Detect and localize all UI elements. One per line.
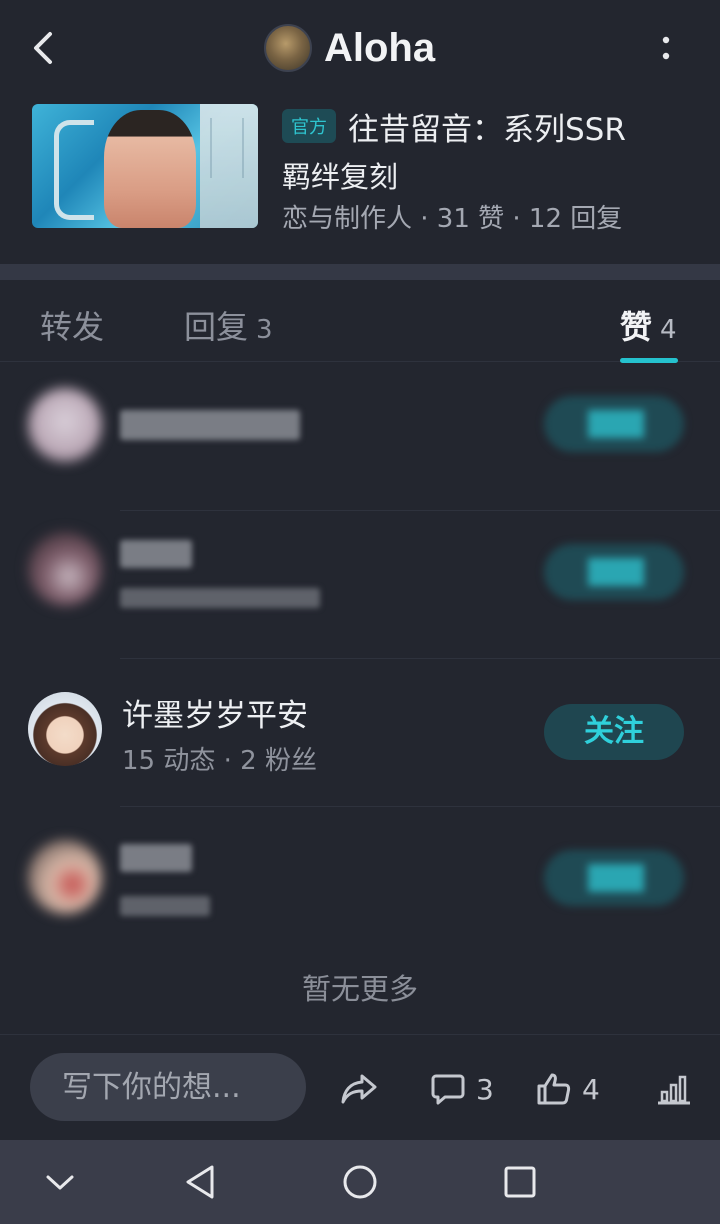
follow-button[interactable] bbox=[544, 850, 684, 906]
post-thumbnail[interactable] bbox=[32, 104, 258, 228]
follow-button[interactable] bbox=[544, 396, 684, 452]
list-item[interactable] bbox=[0, 806, 720, 954]
nav-home-button[interactable] bbox=[340, 1162, 380, 1202]
section-divider bbox=[0, 264, 720, 280]
obscured-name bbox=[120, 410, 300, 440]
tab-repost-label: 转发 bbox=[40, 308, 105, 346]
author-name[interactable]: Aloha bbox=[324, 26, 435, 71]
tab-repost[interactable]: 转发 bbox=[40, 302, 104, 348]
obscured-name bbox=[120, 844, 192, 872]
chevron-left-icon bbox=[34, 32, 52, 64]
end-of-list-text: 暂无更多 bbox=[301, 972, 418, 1006]
post-title-line2: 羁绊复刻 bbox=[282, 160, 399, 194]
list-item[interactable] bbox=[0, 510, 720, 659]
pool-deck-graphic bbox=[200, 104, 258, 228]
follow-button[interactable] bbox=[544, 544, 684, 600]
avatar[interactable] bbox=[28, 692, 102, 766]
tab-bar: 转发 回复 3 赞4 bbox=[0, 280, 720, 363]
like-button[interactable]: 4 bbox=[536, 1069, 600, 1109]
tab-like[interactable]: 赞4 bbox=[620, 302, 677, 348]
avatar[interactable] bbox=[28, 840, 102, 914]
avatar[interactable] bbox=[28, 532, 102, 606]
tab-reply-label: 回复 bbox=[184, 308, 249, 346]
liker-list: 许墨岁岁平安 15 动态 · 2 粉丝 关注 bbox=[0, 362, 720, 954]
bottom-action-bar: 3 4 bbox=[0, 1034, 720, 1140]
nav-recents-button[interactable] bbox=[500, 1162, 540, 1202]
like-count: 4 bbox=[582, 1072, 600, 1106]
list-item[interactable]: 许墨岁岁平安 15 动态 · 2 粉丝 关注 bbox=[0, 658, 720, 807]
author-header[interactable]: Aloha bbox=[264, 22, 435, 74]
obscured-subtitle bbox=[120, 588, 320, 608]
post-summary[interactable]: 官方 往昔留音：系列SSR 羁绊复刻 恋与制作人 · 31 赞 · 12 回复 bbox=[0, 96, 720, 264]
author-avatar[interactable] bbox=[264, 24, 312, 72]
liker-stats: 15 动态 · 2 粉丝 bbox=[122, 746, 317, 776]
official-badge: 官方 bbox=[282, 109, 336, 143]
stats-button[interactable] bbox=[656, 1069, 692, 1109]
comment-count: 3 bbox=[476, 1072, 494, 1106]
tab-reply-count: 3 bbox=[256, 315, 273, 345]
share-icon bbox=[341, 1074, 377, 1104]
thumbs-up-icon bbox=[537, 1073, 571, 1105]
post-meta: 恋与制作人 · 31 赞 · 12 回复 bbox=[282, 204, 623, 234]
top-bar: Aloha bbox=[0, 0, 720, 96]
more-button[interactable] bbox=[656, 34, 676, 66]
triangle-back-icon bbox=[186, 1165, 214, 1199]
share-button[interactable] bbox=[340, 1069, 378, 1109]
avatar[interactable] bbox=[28, 388, 102, 462]
pool-ladder-graphic bbox=[54, 120, 94, 220]
post-info: 官方 往昔留音：系列SSR 羁绊复刻 恋与制作人 · 31 赞 · 12 回复 bbox=[282, 104, 702, 235]
nav-back-button[interactable] bbox=[180, 1162, 220, 1202]
bar-chart-icon bbox=[658, 1075, 690, 1105]
comment-button[interactable]: 3 bbox=[430, 1069, 494, 1109]
list-item[interactable] bbox=[0, 362, 720, 511]
circle-home-icon bbox=[343, 1165, 377, 1199]
back-button[interactable] bbox=[28, 28, 60, 68]
post-title-line1: 往昔留音：系列SSR bbox=[348, 111, 626, 148]
tab-like-count: 4 bbox=[660, 315, 677, 345]
obscured-name bbox=[120, 540, 192, 568]
obscured-subtitle bbox=[120, 896, 210, 916]
system-nav-bar bbox=[0, 1140, 720, 1224]
nav-collapse-button[interactable] bbox=[40, 1162, 80, 1202]
liker-name[interactable]: 许墨岁岁平安 bbox=[122, 690, 308, 735]
chevron-down-icon bbox=[46, 1175, 74, 1190]
comment-icon bbox=[431, 1074, 465, 1105]
tab-reply[interactable]: 回复 3 bbox=[184, 302, 273, 348]
character-graphic bbox=[104, 110, 196, 228]
more-vertical-icon bbox=[662, 36, 670, 60]
tab-like-label: 赞 bbox=[620, 308, 653, 346]
comment-input[interactable] bbox=[30, 1053, 306, 1121]
follow-button[interactable]: 关注 bbox=[544, 704, 684, 760]
square-recents-icon bbox=[504, 1166, 536, 1198]
